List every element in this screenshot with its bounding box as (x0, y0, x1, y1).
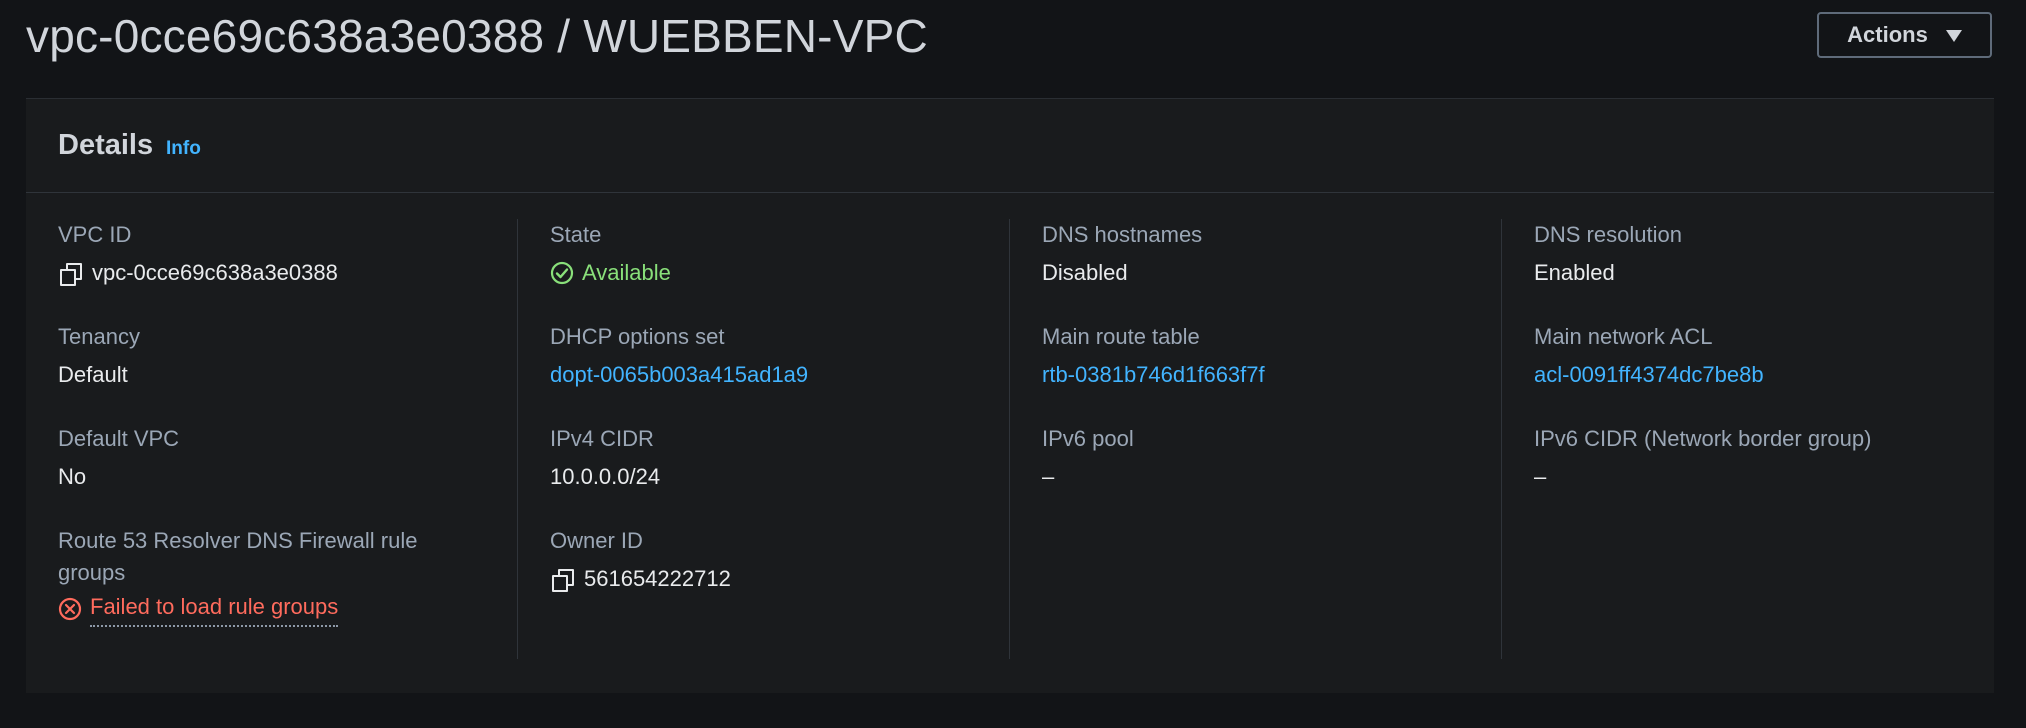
field-dhcp-options-set: DHCP options set dopt-0065b003a415ad1a9 (550, 321, 808, 391)
column-divider (1009, 219, 1010, 659)
field-value: vpc-0cce69c638a3e0388 (58, 257, 338, 289)
field-label: DHCP options set (550, 324, 725, 349)
field-dns-resolution: DNS resolution Enabled (1534, 219, 1682, 289)
page-header: vpc-0cce69c638a3e0388 / WUEBBEN-VPC Acti… (26, 0, 1994, 78)
field-dns-hostnames: DNS hostnames Disabled (1042, 219, 1202, 289)
field-tenancy: Tenancy Default (58, 321, 140, 391)
field-label: DNS resolution (1534, 222, 1682, 247)
field-value: Available (550, 257, 671, 289)
main-network-acl-link[interactable]: acl-0091ff4374dc7be8b (1534, 359, 1764, 391)
default-vpc-value: No (58, 464, 87, 489)
owner-id-value: 561654222712 (584, 566, 731, 591)
actions-button[interactable]: Actions (1817, 12, 1992, 58)
main-route-table-link[interactable]: rtb-0381b746d1f663f7f (1042, 359, 1265, 391)
field-label: DNS hostnames (1042, 222, 1203, 247)
field-vpc-id: VPC ID vpc-0cce69c638a3e0388 (58, 219, 338, 289)
actions-button-label: Actions (1847, 22, 1928, 47)
details-header: Details Info (26, 99, 1994, 193)
copy-icon[interactable] (58, 261, 82, 286)
field-label: IPv6 pool (1042, 426, 1134, 451)
dns-hostnames-value: Disabled (1042, 260, 1128, 285)
field-label: Route 53 Resolver DNS Firewall rule grou… (58, 528, 418, 585)
field-label: VPC ID (58, 222, 132, 247)
state-value: Available (582, 260, 671, 285)
ipv6-pool-value: – (1042, 464, 1055, 489)
field-dns-firewall-rule-groups: Route 53 Resolver DNS Firewall rule grou… (58, 525, 438, 627)
tenancy-value: Default (58, 362, 128, 387)
error-message: Failed to load rule groups (90, 591, 339, 627)
field-owner-id: Owner ID 561654222712 (550, 525, 731, 595)
field-ipv4-cidr: IPv4 CIDR 10.0.0.0/24 (550, 423, 660, 493)
field-label: Main route table (1042, 324, 1200, 349)
field-label: State (550, 222, 602, 247)
field-main-network-acl: Main network ACL acl-0091ff4374dc7be8b (1534, 321, 1764, 391)
field-label: Default VPC (58, 426, 180, 451)
field-main-route-table: Main route table rtb-0381b746d1f663f7f (1042, 321, 1265, 391)
ipv6-cidr-value: – (1534, 464, 1547, 489)
caret-down-icon (1945, 30, 1962, 42)
field-ipv6-cidr: IPv6 CIDR (Network border group) – (1534, 423, 1871, 493)
page-title: vpc-0cce69c638a3e0388 / WUEBBEN-VPC (26, 10, 928, 62)
details-column-2: State Available DHCP options set dopt-00… (550, 219, 990, 659)
details-column-3: DNS hostnames Disabled Main route table … (1042, 219, 1482, 659)
dhcp-options-link[interactable]: dopt-0065b003a415ad1a9 (550, 359, 808, 391)
info-link[interactable]: Info (166, 138, 201, 160)
ipv4-cidr-value: 10.0.0.0/24 (550, 464, 661, 489)
field-label: Tenancy (58, 324, 140, 349)
details-panel: Details Info VPC ID vpc-0cce69c638a3e038… (26, 98, 1994, 693)
vpc-id-value: vpc-0cce69c638a3e0388 (92, 260, 338, 285)
field-label: Owner ID (550, 528, 643, 553)
details-column-1: VPC ID vpc-0cce69c638a3e0388 Tenancy Def… (58, 219, 498, 659)
details-title: Details (58, 129, 154, 161)
field-value[interactable]: Failed to load rule groups (58, 591, 438, 627)
field-state: State Available (550, 219, 671, 289)
dns-resolution-value: Enabled (1534, 260, 1615, 285)
details-column-4: DNS resolution Enabled Main network ACL … (1534, 219, 1974, 659)
field-label: IPv6 CIDR (Network border group) (1534, 426, 1872, 451)
field-default-vpc: Default VPC No (58, 423, 179, 493)
field-ipv6-pool: IPv6 pool – (1042, 423, 1134, 493)
field-value: 561654222712 (550, 563, 731, 595)
field-label: Main network ACL (1534, 324, 1713, 349)
check-circle-icon (550, 261, 574, 285)
copy-icon[interactable] (550, 567, 574, 592)
column-divider (517, 219, 518, 659)
field-label: IPv4 CIDR (550, 426, 654, 451)
error-icon (58, 597, 82, 621)
column-divider (1501, 219, 1502, 659)
